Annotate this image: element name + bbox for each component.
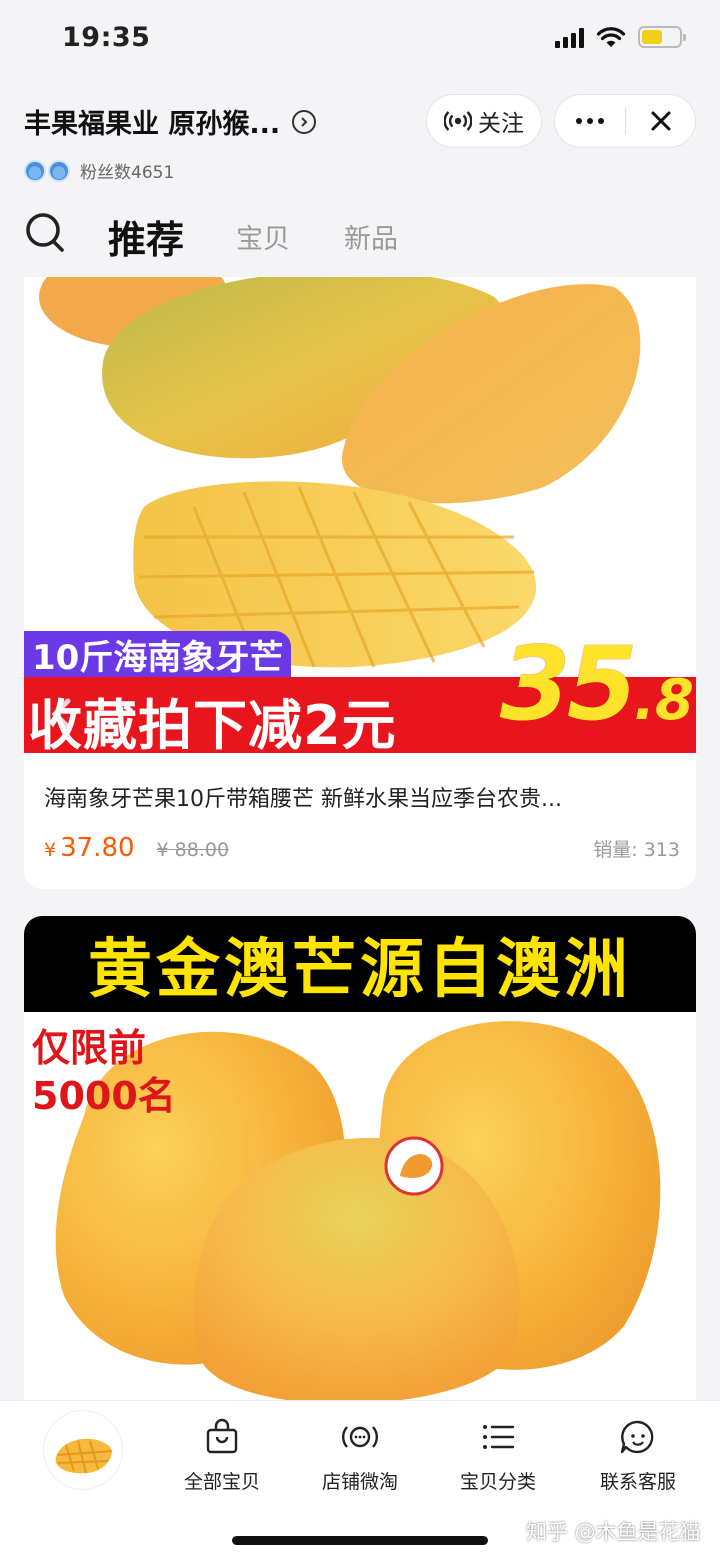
product-title[interactable]: 海南象牙芒果10斤带箱腰芒 新鲜水果当应季台农贵... (44, 781, 680, 813)
sales-count: 销量: 313 (593, 839, 680, 861)
product-card[interactable]: 10斤海南象牙芒 收藏拍下减2元 35.8 海南象牙芒果10斤带箱腰芒 新鲜水果… (24, 277, 696, 889)
mini-program-capsule (554, 94, 696, 148)
nav-label: 宝贝分类 (459, 1471, 536, 1493)
chevron-right-circle-icon[interactable] (292, 109, 317, 134)
shop-header: 丰果福果业 原孙猴... 关注 粉丝数4651 (24, 92, 696, 192)
home-indicator (232, 1536, 488, 1545)
limited-line-1: 仅限前 (32, 1026, 147, 1070)
broadcast-icon (342, 1426, 378, 1448)
nav-shop-feed[interactable]: 店铺微淘 (300, 1417, 420, 1494)
currency-symbol: ¥ (44, 839, 57, 861)
nav-all-products[interactable]: 全部宝贝 (162, 1417, 282, 1494)
battery-icon (638, 26, 686, 48)
tab-products[interactable]: 宝贝 (236, 217, 290, 256)
more-icon[interactable] (555, 95, 625, 147)
tab-recommend[interactable]: 推荐 (108, 209, 184, 264)
status-icons (555, 26, 686, 48)
wifi-icon (596, 27, 626, 47)
current-price: ¥37.80 (44, 833, 135, 863)
watermark: 知乎 @木鱼是花猫 (526, 1520, 701, 1544)
shop-name-row[interactable]: 丰果福果业 原孙猴... (24, 102, 317, 141)
promo-price: 35.8 (500, 625, 694, 744)
current-price-value: 37.80 (60, 833, 135, 863)
product-headline-banner: 黄金澳芒源自澳洲 (24, 916, 696, 1012)
product-card[interactable]: 黄金澳芒源自澳洲 仅限前 5000名 (24, 916, 696, 1416)
chat-bubble-icon (620, 1420, 654, 1454)
tab-new[interactable]: 新品 (344, 217, 398, 256)
cellular-signal-icon (555, 26, 584, 48)
shop-name[interactable]: 丰果福果业 原孙猴... (24, 102, 280, 141)
product-tag-banner: 10斤海南象牙芒 (24, 631, 292, 678)
promo-price-decimal: .8 (633, 668, 694, 733)
fans-row: 粉丝数4651 (24, 158, 174, 183)
close-icon[interactable] (626, 95, 695, 147)
limited-offer-text: 仅限前 5000名 (32, 1024, 176, 1120)
original-price: ¥ 88.00 (156, 839, 230, 861)
nav-label: 店铺微淘 (321, 1471, 398, 1493)
fans-count: 粉丝数4651 (80, 163, 175, 183)
headline-text: 黄金澳芒源自澳洲 (88, 933, 632, 1007)
status-time: 19:35 (62, 22, 151, 53)
carousel-back-icon[interactable] (38, 689, 88, 739)
broadcast-follow-icon (444, 111, 472, 131)
shop-tabs: 推荐 宝贝 新品 (24, 206, 696, 266)
nav-label: 全部宝贝 (183, 1471, 260, 1493)
search-icon[interactable] (24, 211, 74, 261)
bag-icon (206, 1418, 238, 1454)
product-image[interactable]: 10斤海南象牙芒 收藏拍下减2元 35.8 (24, 277, 696, 755)
price-row: ¥37.80 ¥ 88.00 销量: 313 (44, 833, 680, 873)
shop-level-crown-icon (24, 159, 70, 182)
product-image[interactable]: 黄金澳芒源自澳洲 仅限前 5000名 (24, 916, 696, 1416)
nav-customer-service[interactable]: 联系客服 (578, 1417, 698, 1494)
nav-categories[interactable]: 宝贝分类 (438, 1417, 558, 1494)
status-bar: 19:35 (0, 0, 720, 80)
shop-avatar[interactable] (44, 1411, 122, 1489)
follow-label: 关注 (478, 111, 524, 137)
list-icon (483, 1425, 515, 1449)
nav-label: 联系客服 (599, 1471, 676, 1493)
promo-price-main: 35 (499, 625, 638, 744)
limited-line-2: 5000名 (32, 1074, 176, 1118)
follow-button[interactable]: 关注 (426, 94, 542, 148)
